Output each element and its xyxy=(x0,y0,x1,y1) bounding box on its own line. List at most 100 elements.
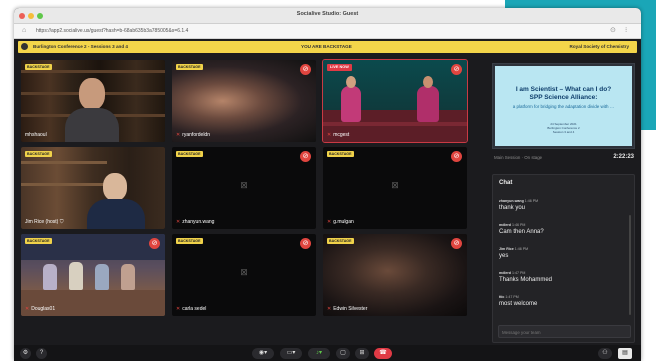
participant-video xyxy=(323,60,467,142)
chat-message: mdlerd 1:47 PM Thanks Mohammed xyxy=(499,271,552,284)
live-badge: LIVE NOW xyxy=(327,64,352,71)
slide-details: 24 September 2021 Burlington Conference … xyxy=(547,122,580,134)
camera-off-icon: ⊠ xyxy=(240,267,248,277)
muted-mic-icon[interactable]: ⊘ xyxy=(300,151,311,162)
extension-icon[interactable]: ⊙ xyxy=(610,27,616,35)
participant-name-text: mcgest xyxy=(333,132,350,138)
status-badge: BACKSTAGE xyxy=(25,151,52,157)
muted-mic-icon[interactable]: ⊘ xyxy=(451,64,462,75)
chat-input[interactable]: Message your team xyxy=(498,325,631,338)
window-title: Socialive Studio: Guest xyxy=(296,11,359,17)
chat-time: 1:46 PM xyxy=(524,199,539,203)
audio-settings-button[interactable]: ◉▾ xyxy=(252,348,274,359)
mic-button[interactable]: ♪▾ xyxy=(308,348,330,359)
status-badge: BACKSTAGE xyxy=(176,151,203,157)
right-sidebar: I am Scientist – What can I do? SPP Scie… xyxy=(488,60,639,343)
slide-title: I am Scientist – What can I do? SPP Scie… xyxy=(515,86,612,101)
title-bar: Socialive Studio: Guest xyxy=(14,8,641,24)
muted-mic-icon[interactable]: ⊘ xyxy=(451,151,462,162)
participant-name-text: carla sedel xyxy=(182,306,207,312)
participant-name-text: Douglas01 xyxy=(31,306,56,312)
chat-text: most welcome xyxy=(499,301,538,307)
muted-mic-icon[interactable]: ⊘ xyxy=(451,238,462,249)
participant-name: ✕ g.mulgan xyxy=(327,219,354,225)
chat-text: yes xyxy=(499,253,509,259)
video-tile[interactable]: BACKSTAGE ⊘ ✕ Douglas01 xyxy=(21,234,165,316)
presentation-preview[interactable]: I am Scientist – What can I do? SPP Scie… xyxy=(492,63,635,149)
chat-author: zhanyun.wang xyxy=(499,199,524,203)
menu-icon[interactable]: ⁝ xyxy=(625,27,627,35)
participant-name-text: Edwin Silvester xyxy=(333,306,368,312)
chat-text: Cam then Anna? xyxy=(499,229,544,235)
mic-off-icon: ✕ xyxy=(176,219,181,225)
participant-video xyxy=(172,60,316,142)
video-tile-live[interactable]: LIVE NOW ⊘ ✕ mcgest xyxy=(322,59,468,143)
shield-icon: ⛉ xyxy=(59,219,64,225)
camera-button[interactable]: ▭▾ xyxy=(280,348,302,359)
chat-message: mdlerd 1:46 PM Cam then Anna? xyxy=(499,223,544,236)
backstage-banner: Burlington Conference 2 - Sessions 3 and… xyxy=(18,41,637,53)
chat-title: Chat xyxy=(499,180,513,186)
participant-name: ✕ zhanyun.wang xyxy=(176,219,214,225)
chat-author: ttic xyxy=(499,295,505,299)
muted-mic-icon[interactable]: ⊘ xyxy=(149,238,160,249)
status-badge: BACKSTAGE xyxy=(25,238,52,244)
session-label: Main Session · On stage xyxy=(494,155,543,160)
lock-icon: ⌂ xyxy=(22,27,27,34)
chat-scrollbar[interactable] xyxy=(629,215,631,315)
participant-name: ✕ mcgest xyxy=(327,132,349,138)
participant-name: ✕ Douglas01 xyxy=(25,306,55,312)
status-badge: BACKSTAGE xyxy=(327,238,354,244)
camera-off-icon: ⊠ xyxy=(240,180,248,190)
participant-name-text: ryanfordeldn xyxy=(182,132,210,138)
backstage-status: YOU ARE BACKSTAGE xyxy=(301,44,352,49)
chat-time: 1:46 PM xyxy=(511,223,526,227)
screenshot-stage: Socialive Studio: Guest ⌂ https://app2.s… xyxy=(0,0,656,361)
chat-panel: Chat zhanyun.wang 1:46 PM thank you mdle… xyxy=(492,174,635,343)
status-badge: BACKSTAGE xyxy=(327,151,354,157)
video-tile[interactable]: BACKSTAGE ⊘ ⊠ ✕ g.mulgan xyxy=(323,147,467,229)
status-badge: BACKSTAGE xyxy=(176,238,203,244)
video-tile[interactable]: BACKSTAGE mhshaoul xyxy=(21,60,165,142)
help-icon[interactable]: ? xyxy=(36,348,47,359)
chat-time: 1:46 PM xyxy=(514,247,529,251)
mic-off-icon: ✕ xyxy=(176,306,181,312)
participant-name-text: mhshaoul xyxy=(25,132,47,138)
video-tile[interactable]: BACKSTAGE ⊘ ✕ Edwin Silvester xyxy=(323,234,467,316)
participant-video xyxy=(323,234,467,316)
chat-message: zhanyun.wang 1:46 PM thank you xyxy=(499,199,538,212)
chat-message: Jim Rice 1:46 PM yes xyxy=(499,247,528,260)
status-badge: BACKSTAGE xyxy=(25,64,52,70)
share-screen-button[interactable]: ▢ xyxy=(336,348,350,359)
chat-text: thank you xyxy=(499,205,526,211)
video-tile[interactable]: BACKSTAGE ⊘ ⊠ ✕ zhanyun.wang xyxy=(172,147,316,229)
participant-name-text: zhanyun.wang xyxy=(182,219,215,225)
video-tile[interactable]: BACKSTAGE ⊘ ⊠ ✕ carla sedel xyxy=(172,234,316,316)
participant-name-text: g.mulgan xyxy=(333,219,354,225)
event-title: Burlington Conference 2 - Sessions 3 and… xyxy=(33,44,128,49)
address-bar[interactable]: ⌂ https://app2.socialive.us/guest?hash=b… xyxy=(14,24,641,39)
bottom-toolbar: ⚙ ? ◉▾ ▭▾ ♪▾ ▢ ⊞ ☎ ⚇ ▤ xyxy=(14,345,641,361)
settings-icon[interactable]: ⚙ xyxy=(20,348,31,359)
slide-subtitle: a platform for bridging the adaptation d… xyxy=(512,104,615,109)
participants-icon[interactable]: ⚇ xyxy=(598,348,612,359)
muted-mic-icon[interactable]: ⊘ xyxy=(300,238,311,249)
chat-toggle-icon[interactable]: ▤ xyxy=(618,348,632,359)
chat-text: Thanks Mohammed xyxy=(499,277,553,283)
video-tile[interactable]: BACKSTAGE ⊘ ✕ ryanfordeldn xyxy=(172,60,316,142)
participant-name: ✕ Edwin Silvester xyxy=(327,306,367,312)
layout-button[interactable]: ⊞ xyxy=(355,348,369,359)
session-timer: 2:22:23 xyxy=(613,154,634,160)
participant-name: ✕ carla sedel xyxy=(176,306,206,312)
url-text[interactable]: https://app2.socialive.us/guest?hash=b-6… xyxy=(36,28,188,34)
leave-call-button[interactable]: ☎ xyxy=(374,348,392,359)
organizer-name: Royal Society of Chemistry xyxy=(569,44,629,49)
video-tile[interactable]: BACKSTAGE Jim Rice (host) ⛉ xyxy=(21,147,165,229)
chat-author: mdlerd xyxy=(499,271,511,275)
muted-mic-icon[interactable]: ⊘ xyxy=(300,64,311,75)
participant-video xyxy=(21,60,165,142)
status-badge: BACKSTAGE xyxy=(176,64,203,70)
participant-name: Jim Rice (host) ⛉ xyxy=(25,219,64,225)
slide-content: I am Scientist – What can I do? SPP Scie… xyxy=(495,66,632,146)
chat-time: 1:47 PM xyxy=(511,271,526,275)
